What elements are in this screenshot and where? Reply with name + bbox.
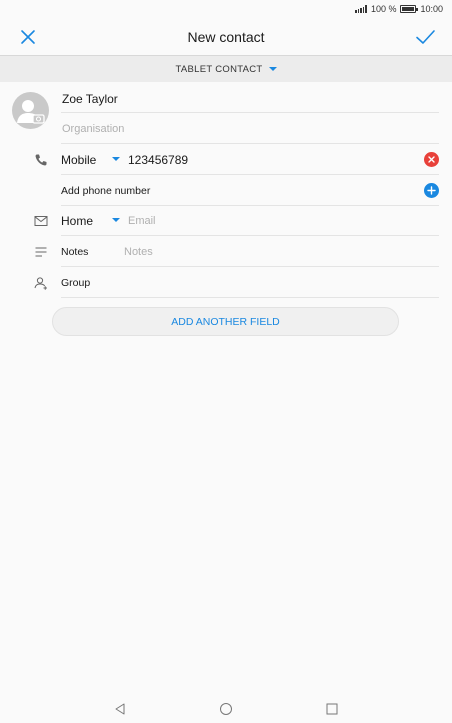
- status-bar: 100 % 10:00: [0, 0, 452, 18]
- add-another-field-button[interactable]: ADD ANOTHER FIELD: [52, 307, 399, 336]
- add-icon: [427, 186, 436, 195]
- phone-type-dropdown[interactable]: Mobile: [61, 144, 123, 174]
- back-button[interactable]: [113, 702, 127, 716]
- add-phone-row[interactable]: Add phone number: [61, 175, 439, 206]
- add-phone-label: Add phone number: [61, 185, 151, 197]
- recents-button[interactable]: [325, 702, 339, 716]
- organisation-placeholder: Organisation: [62, 123, 125, 135]
- recents-icon: [326, 703, 338, 715]
- group-row[interactable]: Group: [61, 267, 439, 298]
- group-icon: [34, 277, 47, 290]
- check-icon: [416, 30, 435, 44]
- page-title: New contact: [187, 29, 265, 45]
- email-type-dropdown[interactable]: Home: [61, 205, 123, 235]
- notes-label: Notes: [61, 246, 89, 258]
- phone-row: Mobile 123456789: [61, 144, 439, 175]
- email-input[interactable]: Email: [128, 215, 156, 227]
- organisation-field[interactable]: Organisation: [61, 113, 439, 144]
- group-label: Group: [61, 277, 91, 289]
- phone-type-label: Mobile: [61, 153, 97, 167]
- back-icon: [115, 703, 125, 715]
- phone-icon: [35, 154, 47, 166]
- account-label: TABLET CONTACT: [175, 63, 263, 75]
- notes-icon: [35, 247, 47, 257]
- camera-avatar-icon: [17, 100, 45, 124]
- chevron-down-icon: [112, 157, 120, 161]
- notes-input[interactable]: Notes: [124, 246, 153, 258]
- add-phone-button[interactable]: [424, 183, 439, 198]
- remove-icon: [428, 156, 435, 163]
- battery-icon: [400, 5, 419, 13]
- notes-row: Notes Notes: [61, 236, 439, 267]
- home-button[interactable]: [219, 702, 233, 716]
- phone-number-input[interactable]: 123456789: [128, 153, 188, 167]
- account-selector[interactable]: TABLET CONTACT: [0, 55, 452, 82]
- signal-icon: [355, 5, 367, 13]
- chevron-down-icon: [268, 67, 277, 71]
- clock: 10:00: [420, 4, 443, 14]
- navigation-bar: [0, 695, 452, 723]
- app-bar: New contact: [0, 18, 452, 55]
- contact-photo-button[interactable]: [12, 92, 49, 129]
- email-type-label: Home: [61, 214, 94, 228]
- chevron-down-icon: [112, 218, 120, 222]
- name-value: Zoe Taylor: [62, 92, 118, 106]
- mail-icon: [34, 216, 48, 226]
- home-icon: [220, 703, 232, 715]
- email-row: Home Email: [61, 205, 439, 236]
- save-button[interactable]: [414, 26, 436, 48]
- remove-phone-button[interactable]: [424, 152, 439, 167]
- battery-percent: 100 %: [370, 4, 397, 14]
- name-field[interactable]: Zoe Taylor: [61, 82, 439, 113]
